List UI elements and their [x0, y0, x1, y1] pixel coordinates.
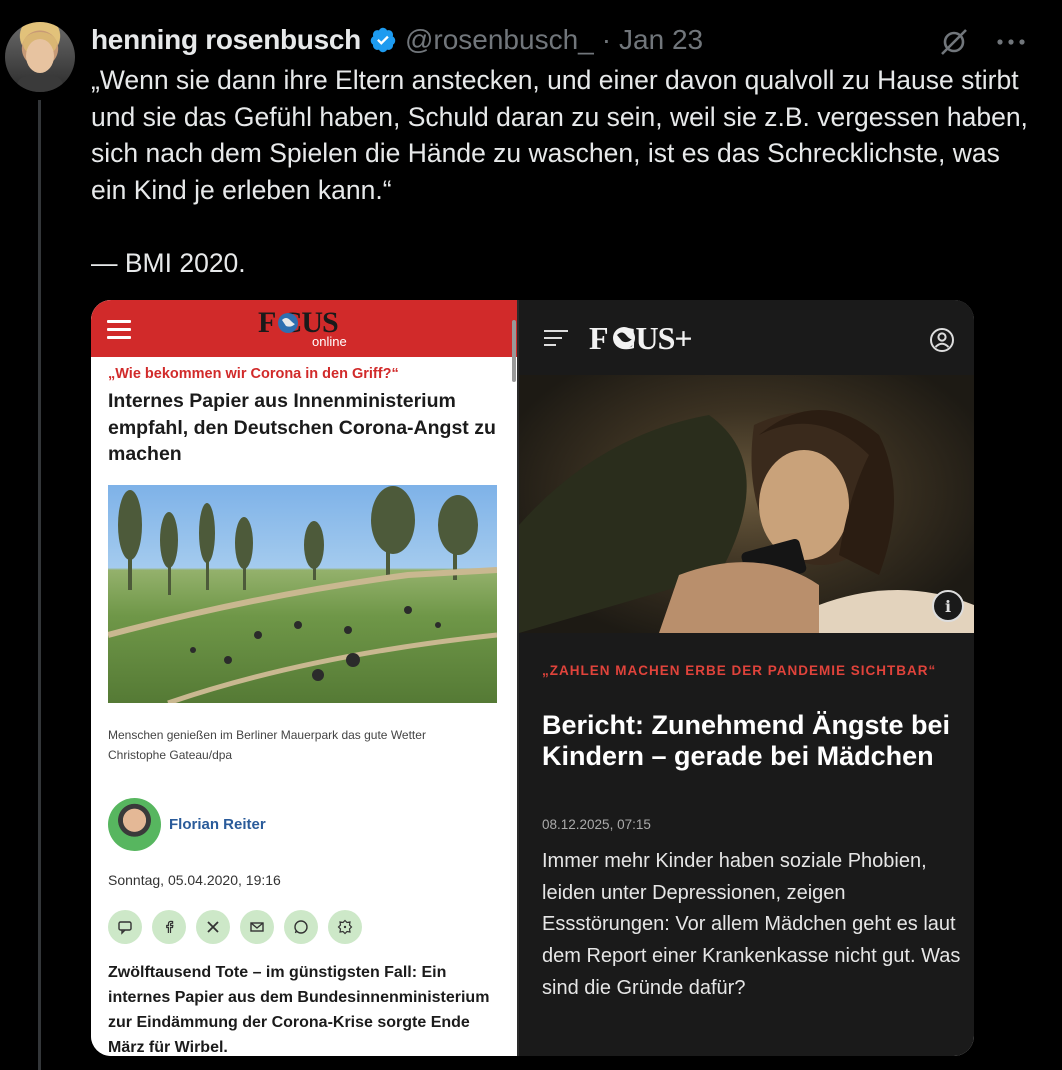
- left-article-body: Zwölftausend Tote – im günstigsten Fall:…: [108, 964, 490, 1056]
- share-buttons: [108, 910, 362, 944]
- focus-online-header: F CUS online: [91, 300, 517, 357]
- photo-credit: Christophe Gateau/dpa: [108, 748, 233, 762]
- author-handle[interactable]: @rosenbusch_: [405, 24, 594, 56]
- facebook-icon: [152, 910, 186, 944]
- more-icon[interactable]: [996, 37, 1026, 47]
- right-headline: Bericht: Zunehmend Ängste bei Kindern – …: [542, 710, 951, 771]
- whatsapp-icon: [284, 910, 318, 944]
- caption-text: Menschen genießen im Berliner Mauerpark …: [108, 728, 426, 742]
- girl-with-phone-photo: [519, 375, 974, 633]
- right-article-date: 08.12.2025, 07:15: [542, 817, 651, 832]
- thread-line: [38, 100, 41, 1070]
- menu-icon: [107, 320, 131, 339]
- menu-icon: [544, 330, 568, 348]
- focus-online-sub: online: [312, 334, 347, 349]
- tweet-actions-top: [938, 26, 1026, 58]
- tweet-media-image[interactable]: F CUS online „Wie bekommen wir Corona in…: [91, 300, 974, 1056]
- x-icon: [196, 910, 230, 944]
- right-article-body: Immer mehr Kinder haben soziale Phobien,…: [542, 850, 961, 999]
- left-headline: Internes Papier aus Innenministerium emp…: [108, 390, 496, 465]
- scrollbar: [512, 320, 516, 382]
- tweet-date[interactable]: Jan 23: [619, 24, 703, 56]
- verified-badge-icon[interactable]: [369, 26, 397, 54]
- author-avatar[interactable]: [5, 22, 75, 92]
- left-kicker: „Wie bekommen wir Corona in den Griff?“: [108, 366, 399, 382]
- park-photo: [108, 485, 497, 703]
- grok-icon[interactable]: [938, 26, 970, 58]
- focus-plus-logo: F CUS+: [589, 320, 693, 356]
- comment-icon: [108, 910, 142, 944]
- more-share-icon: [328, 910, 362, 944]
- article-author: Florian Reiter: [169, 816, 266, 833]
- info-icon: i: [932, 590, 964, 622]
- left-article-date: Sonntag, 05.04.2020, 19:16: [108, 872, 281, 888]
- user-account-icon: [930, 328, 954, 352]
- globe-logo-icon: [278, 313, 298, 333]
- right-article-screenshot: F CUS+ i „ZAHLEN MACHEN ERBE DER PANDEMI…: [519, 300, 974, 1056]
- left-article-screenshot: F CUS online „Wie bekommen wir Corona in…: [91, 300, 517, 1056]
- photo-caption: Menschen genießen im Berliner Mauerpark …: [108, 725, 426, 765]
- tweet-text: „Wenn sie dann ihre Eltern anstecken, un…: [91, 65, 1028, 278]
- globe-logo-icon: [613, 327, 635, 349]
- separator-dot: ·: [601, 24, 612, 55]
- mail-icon: [240, 910, 274, 944]
- author-photo: [108, 798, 161, 851]
- right-kicker: „ZAHLEN MACHEN ERBE DER PANDEMIE SICHTBA…: [542, 663, 937, 678]
- tweet-header: henning rosenbusch @rosenbusch_ · Jan 23: [91, 24, 703, 56]
- focus-plus-header: F CUS+: [519, 300, 974, 375]
- author-name[interactable]: henning rosenbusch: [91, 24, 361, 56]
